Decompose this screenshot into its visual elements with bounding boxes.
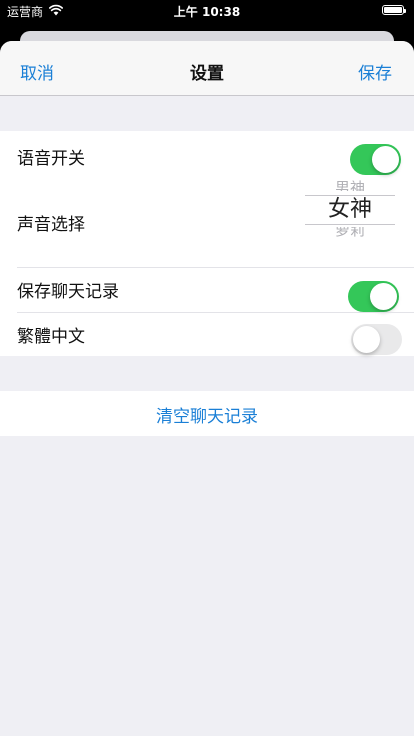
clear-history-button[interactable]: 清空聊天记录: [0, 402, 414, 427]
picker-option-previous: 男神: [334, 179, 365, 191]
save-history-label: 保存聊天记录: [17, 282, 119, 302]
save-button[interactable]: 保存: [358, 59, 392, 84]
switch-knob: [370, 283, 397, 310]
settings-group: 语音开关 声音选择 男神 女神 萝莉 保存聊天记录 繁體中文: [0, 131, 414, 356]
action-group: 清空聊天记录: [0, 391, 414, 436]
picker-option-selected: 女神: [327, 197, 372, 222]
settings-sheet: 取消 设置 保存 语音开关 声音选择 男神 女神 萝莉 保存聊天记录 繁體中文: [0, 41, 414, 736]
save-history-row: 保存聊天记录: [0, 268, 414, 312]
voice-switch-row: 语音开关: [0, 131, 414, 175]
picker-selection-bottom-line: [305, 224, 395, 225]
switch-knob: [372, 146, 399, 173]
traditional-chinese-toggle[interactable]: [351, 324, 402, 355]
save-history-toggle[interactable]: [348, 281, 399, 312]
status-time: 上午 10:38: [173, 5, 241, 19]
battery-icon: [382, 5, 406, 15]
traditional-chinese-row: 繁體中文: [0, 313, 414, 356]
picker-option-next: 萝莉: [334, 227, 365, 239]
switch-knob: [353, 326, 380, 353]
traditional-chinese-label: 繁體中文: [17, 327, 85, 347]
page-title: 设置: [190, 64, 224, 84]
voice-switch-toggle[interactable]: [350, 144, 401, 175]
status-bar: 运营商 上午 10:38: [0, 0, 414, 22]
voice-picker[interactable]: 男神 女神 萝莉: [305, 177, 395, 242]
navigation-bar: 取消 设置 保存: [0, 41, 414, 96]
voice-switch-label: 语音开关: [17, 149, 85, 169]
voice-select-label: 声音选择: [17, 215, 85, 235]
